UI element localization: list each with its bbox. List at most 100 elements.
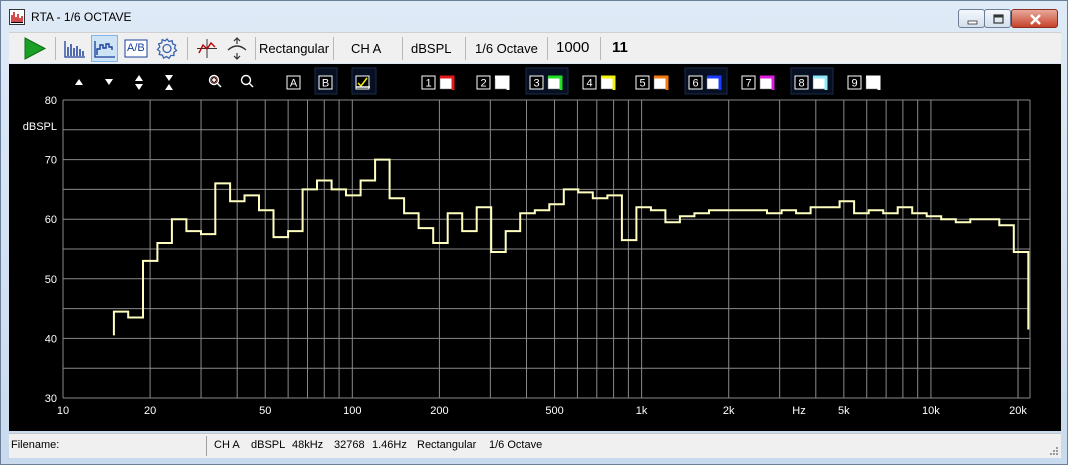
rta-plot[interactable]: A B 1 2 3 4 5 6 7 8 9 30 40 50 60 70 80 dBSPL 10 20 50 100 20… <box>9 64 1061 431</box>
memory-slot-2[interactable]: 2 <box>476 75 510 90</box>
memory-color-swatch <box>494 76 508 90</box>
x-tick-label: 100 <box>343 405 361 417</box>
memory-color-swatch <box>439 76 453 90</box>
svg-text:6: 6 <box>692 78 698 90</box>
status-channel: CH A <box>214 439 240 451</box>
memory-color-swatch <box>706 76 720 90</box>
memory-color-swatch <box>600 76 614 90</box>
toolbar-separator <box>55 37 56 60</box>
resolution-selector[interactable]: 1/6 Octave <box>475 41 538 56</box>
svg-text:1: 1 <box>425 78 431 90</box>
toolbar-separator <box>187 37 188 60</box>
line-graph-button[interactable] <box>91 35 118 62</box>
memory-slot-3[interactable]: 3 <box>525 67 569 95</box>
close-button[interactable] <box>1011 9 1058 28</box>
averages-selector[interactable]: 1000 <box>556 39 589 56</box>
bar-graph-icon <box>64 41 85 58</box>
status-resolution: 1/6 Octave <box>489 439 543 451</box>
x-tick-label: 20k <box>1009 405 1027 417</box>
bar-graph-button[interactable] <box>61 35 89 62</box>
cursor-track-button[interactable] <box>224 35 250 62</box>
y-tick-label: 40 <box>45 333 57 345</box>
status-bar: Filename: CH A dBSPL 48kHz 32768 1.46Hz … <box>9 433 1061 458</box>
x-tick-label: 10 <box>57 405 69 417</box>
x-tick-label: 50 <box>259 405 271 417</box>
window-type-selector[interactable]: Rectangular <box>259 41 329 56</box>
arrow-down-icon[interactable] <box>105 79 113 85</box>
svg-text:7: 7 <box>745 78 751 90</box>
svg-text:B: B <box>322 78 329 90</box>
channel-selector[interactable]: CH A <box>351 41 381 56</box>
ab-compare-label: A/B <box>127 42 145 54</box>
memory-slot-1[interactable]: 1 <box>421 75 455 90</box>
toolbar-separator <box>255 37 256 60</box>
svg-text:8: 8 <box>798 78 804 90</box>
x-tick-label: 2k <box>723 405 735 417</box>
gear-icon <box>156 38 178 60</box>
rta-graph[interactable]: A B 1 2 3 4 5 6 7 8 9 30 40 50 60 70 80 dBSPL 10 20 50 100 20… <box>9 64 1061 431</box>
toolbar: A/B Rectangular CH A dBSPL 1/6 Octave 10… <box>9 32 1061 63</box>
memory-color-swatch <box>812 76 826 90</box>
toolbar-separator <box>547 37 548 60</box>
y-tick-label: 60 <box>45 214 57 226</box>
x-axis-unit-label: Hz <box>792 405 805 417</box>
y-tick-label: 80 <box>45 95 57 107</box>
status-window-type: Rectangular <box>417 439 477 451</box>
zoom-in-icon[interactable] <box>208 74 222 88</box>
memory-color-swatch <box>865 76 879 90</box>
toolbar-separator <box>402 37 403 60</box>
memory-color-swatch <box>547 76 561 90</box>
checkbox-icon[interactable] <box>351 67 377 95</box>
ab-compare-button[interactable]: A/B <box>122 35 150 62</box>
expand-vertical-icon[interactable] <box>135 75 143 90</box>
memory-slot-6[interactable]: 6 <box>684 67 728 95</box>
memory-slot-4[interactable]: 4 <box>582 75 616 90</box>
status-fft-size: 32768 <box>334 439 365 451</box>
resize-grip-icon[interactable] <box>1049 446 1059 456</box>
x-tick-label: 20 <box>144 405 156 417</box>
trace-a-toggle[interactable]: A <box>286 75 301 90</box>
play-icon <box>24 37 47 60</box>
memory-slot-8[interactable]: 8 <box>790 67 834 95</box>
maximize-button[interactable] <box>984 9 1011 28</box>
app-icon <box>9 9 25 25</box>
toolbar-separator <box>333 37 334 60</box>
memory-slot-9[interactable]: 9 <box>847 75 881 90</box>
minimize-icon <box>967 20 978 25</box>
window-title: RTA - 1/6 OCTAVE <box>31 10 132 24</box>
svg-text:5: 5 <box>639 78 645 90</box>
maximize-icon <box>993 14 1004 24</box>
svg-text:A: A <box>290 78 298 90</box>
memory-color-swatch <box>653 76 667 90</box>
status-divider <box>206 436 207 456</box>
count-display: 11 <box>612 39 628 56</box>
app-window: RTA - 1/6 OCTAVE A/B Rectangular CH A dB… <box>0 0 1068 465</box>
arrow-up-icon[interactable] <box>75 79 83 85</box>
zoom-out-icon[interactable] <box>240 74 254 88</box>
x-tick-label: 10k <box>922 405 940 417</box>
minimize-button[interactable] <box>958 9 985 28</box>
status-units: dBSPL <box>251 439 286 451</box>
run-button[interactable] <box>19 35 49 62</box>
y-tick-label: 30 <box>45 393 57 405</box>
filename-label: Filename: <box>11 439 60 451</box>
svg-text:3: 3 <box>533 78 539 90</box>
collapse-vertical-icon[interactable] <box>165 75 173 90</box>
close-icon <box>1030 14 1041 25</box>
y-tick-label: 50 <box>45 274 57 286</box>
y-tick-label: 70 <box>45 155 57 167</box>
x-tick-label: 1k <box>636 405 648 417</box>
y-axis-label: dBSPL <box>23 121 57 133</box>
toolbar-separator <box>600 37 601 60</box>
svg-text:2: 2 <box>480 78 486 90</box>
settings-button[interactable] <box>153 35 181 62</box>
cursor-button[interactable] <box>194 35 220 62</box>
title-bar[interactable]: RTA - 1/6 OCTAVE <box>1 1 1067 31</box>
trace-b-toggle[interactable]: B <box>314 67 338 95</box>
units-selector[interactable]: dBSPL <box>411 41 451 56</box>
x-tick-label: 200 <box>430 405 448 417</box>
memory-slot-5[interactable]: 5 <box>635 75 669 90</box>
line-graph-icon <box>94 41 115 58</box>
memory-slot-7[interactable]: 7 <box>741 75 775 90</box>
cursor-icon <box>197 39 217 58</box>
